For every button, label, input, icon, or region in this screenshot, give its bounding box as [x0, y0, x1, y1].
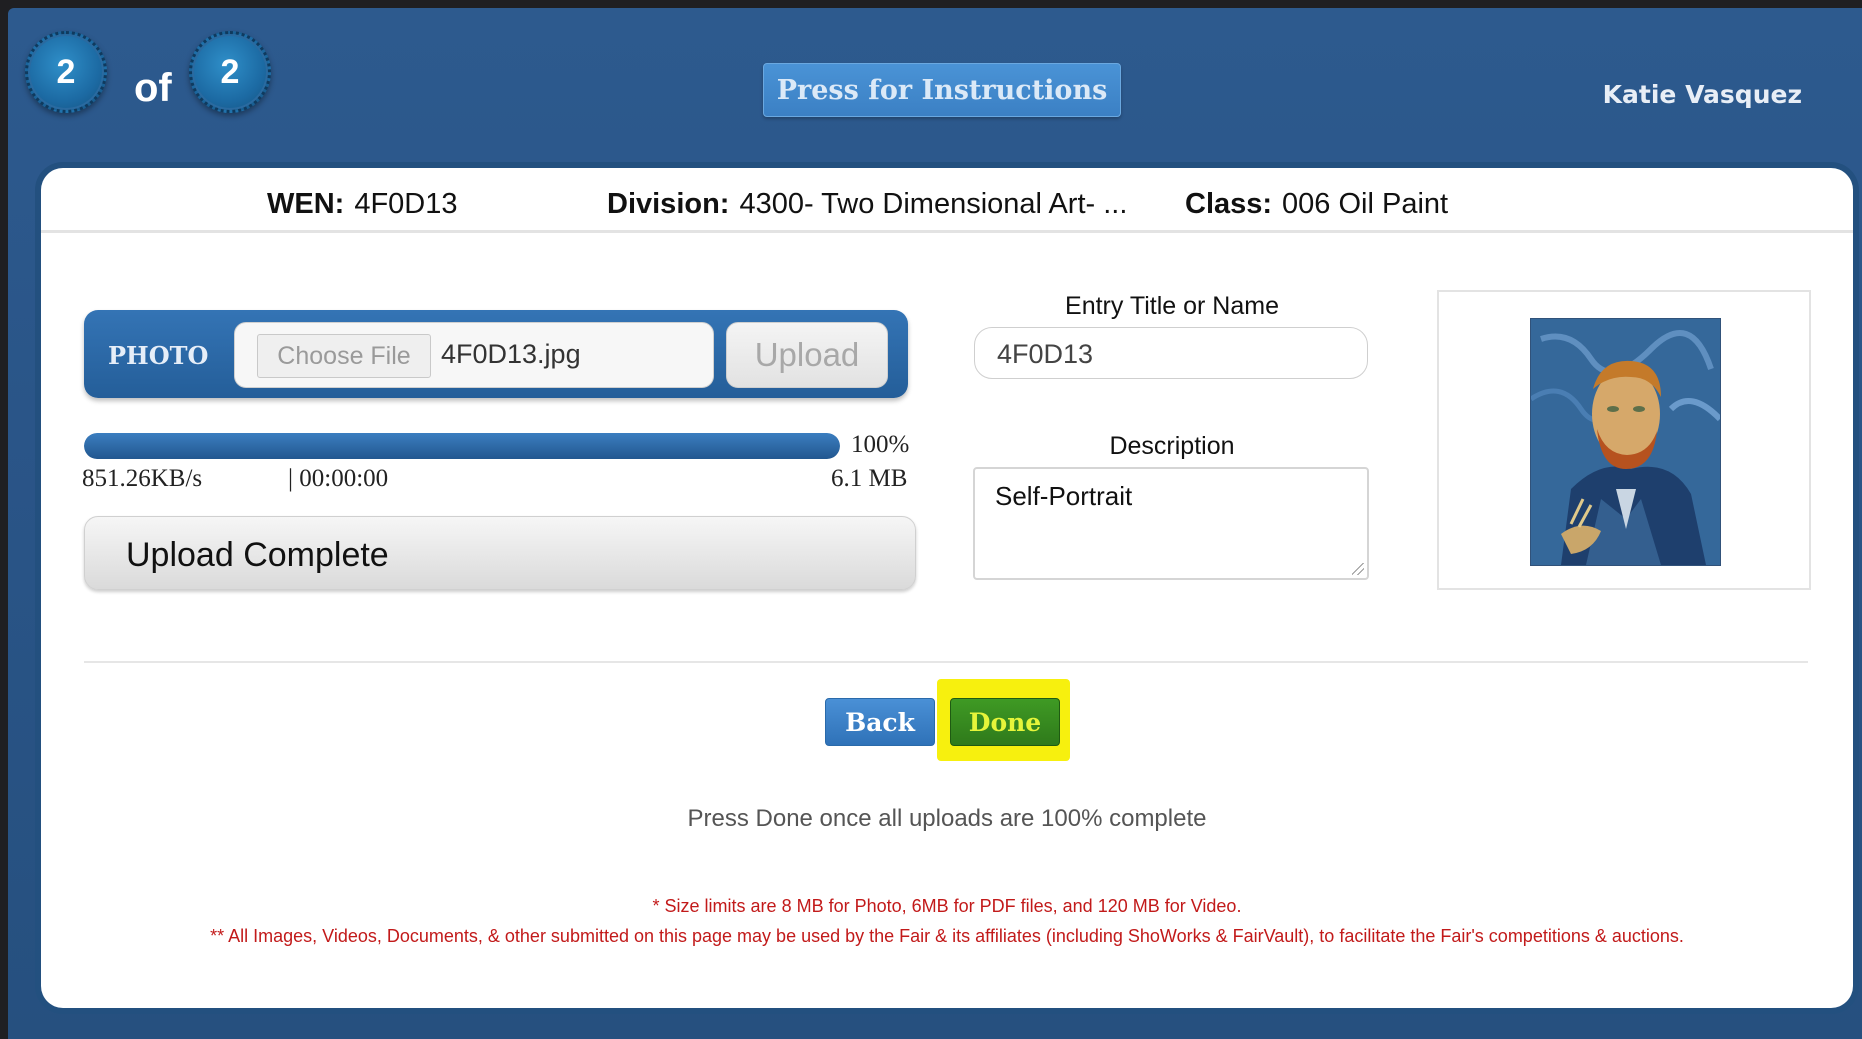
current-step-badge: 2: [25, 31, 107, 113]
division-value: 4300- Two Dimensional Art- ...: [739, 188, 1128, 220]
description-value: Self-Portrait: [995, 481, 1133, 511]
app-frame: 2 of 2 Press for Instructions Katie Vasq…: [8, 8, 1862, 1039]
entry-card: WEN: 4F0D13 Division: 4300- Two Dimensiona…: [41, 168, 1853, 1008]
wen-value: 4F0D13: [354, 188, 458, 220]
back-button[interactable]: Back: [825, 698, 935, 746]
class-info: Class: 006 Oil Paint: [1185, 188, 1448, 221]
upload-status-text: Upload Complete: [126, 536, 389, 574]
division-info: Division: 4300- Two Dimensional Art- ...: [607, 188, 1127, 221]
upload-file-size: 6.1 MB: [831, 465, 908, 492]
step-of-label: of: [134, 66, 172, 110]
upload-button[interactable]: Upload: [726, 322, 888, 388]
current-step-number: 2: [56, 52, 76, 91]
file-input[interactable]: Choose File 4F0D13.jpg: [234, 322, 714, 388]
wen-info: WEN: 4F0D13: [267, 188, 458, 221]
entry-title-label: Entry Title or Name: [1065, 292, 1279, 320]
choose-file-button[interactable]: Choose File: [257, 334, 431, 378]
entry-info-bar: WEN: 4F0D13 Division: 4300- Two Dimensiona…: [41, 168, 1853, 233]
upload-status-box: Upload Complete: [84, 516, 916, 590]
photo-label: PHOTO: [108, 341, 209, 370]
portrait-image: [1531, 319, 1720, 565]
progress-percent: 100%: [851, 431, 910, 458]
upload-speed: 851.26KB/s: [82, 465, 203, 492]
total-steps-number: 2: [220, 52, 240, 91]
resize-handle-icon[interactable]: [1352, 563, 1364, 575]
entry-title-input[interactable]: 4F0D13: [974, 327, 1368, 379]
division-label: Division:: [607, 188, 730, 220]
wen-label: WEN:: [267, 188, 345, 220]
photo-preview-thumbnail: [1530, 318, 1721, 566]
class-label: Class:: [1185, 188, 1273, 220]
done-button[interactable]: Done: [950, 698, 1060, 746]
done-instruction-text: Press Done once all uploads are 100% com…: [687, 805, 1207, 832]
size-limits-note: * Size limits are 8 MB for Photo, 6MB fo…: [652, 896, 1242, 916]
upload-elapsed-time: | 00:00:00: [288, 465, 389, 492]
description-textarea[interactable]: Self-Portrait: [973, 467, 1369, 580]
class-value: 006 Oil Paint: [1282, 188, 1449, 220]
section-divider: [84, 661, 1808, 663]
photo-upload-bar: PHOTO Choose File 4F0D13.jpg Upload: [84, 310, 908, 398]
user-name: Katie Vasquez: [1602, 80, 1802, 109]
upload-progress-fill: [84, 433, 840, 459]
selected-file-name: 4F0D13.jpg: [441, 339, 581, 369]
upload-progress-bar: [84, 433, 840, 459]
usage-rights-note: ** All Images, Videos, Documents, & othe…: [210, 926, 1684, 946]
total-steps-badge: 2: [189, 31, 271, 113]
instructions-button[interactable]: Press for Instructions: [763, 63, 1121, 117]
description-label: Description: [1109, 432, 1235, 460]
photo-preview-frame: [1437, 290, 1811, 590]
